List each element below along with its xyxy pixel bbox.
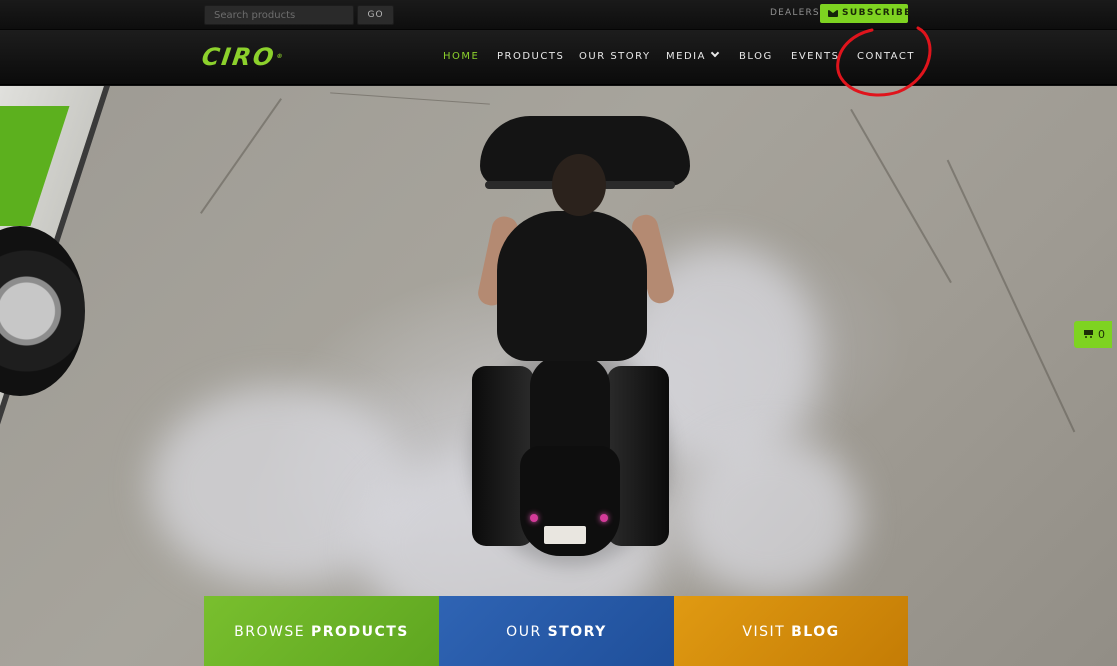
- nav-media[interactable]: MEDIA: [666, 48, 720, 62]
- visit-blog-tile[interactable]: VISIT BLOG: [674, 596, 908, 666]
- cart-count: 0: [1098, 328, 1105, 341]
- tile-lead-text: VISIT: [742, 624, 792, 640]
- subscribe-label: SUBSCRIBE: [842, 8, 912, 18]
- hero-image: [0, 86, 1117, 666]
- rider-head: [552, 154, 606, 216]
- our-story-tile[interactable]: OUR STORY: [439, 596, 674, 666]
- nav-media-label: MEDIA: [666, 51, 706, 62]
- logo-registered-mark: ®: [276, 53, 285, 60]
- cart-icon: [1083, 329, 1095, 339]
- tile-lead-text: OUR: [506, 624, 548, 640]
- tile-lead-text: BROWSE: [234, 624, 312, 640]
- pavement-crack: [850, 108, 952, 284]
- cart-tab[interactable]: 0: [1074, 321, 1112, 348]
- tile-strong-text: PRODUCTS: [311, 624, 409, 640]
- tile-strong-text: BLOG: [791, 624, 840, 640]
- ciro-logo[interactable]: CIRO®: [200, 43, 286, 71]
- tire-smoke: [680, 436, 860, 596]
- rider-back: [497, 211, 647, 361]
- nav-contact[interactable]: CONTACT: [857, 51, 915, 62]
- dealers-link[interactable]: DEALERS: [770, 8, 820, 18]
- nav-home[interactable]: HOME: [443, 51, 479, 62]
- trailer-tire: [0, 226, 85, 396]
- pavement-crack: [330, 92, 490, 105]
- nav-events[interactable]: EVENTS: [791, 51, 839, 62]
- search-go-button[interactable]: GO: [357, 5, 394, 25]
- logo-text: CIRO: [200, 43, 278, 71]
- nav-our-story[interactable]: OUR STORY: [579, 51, 651, 62]
- tile-strong-text: STORY: [547, 624, 607, 640]
- top-utility-bar: GO DEALERS SUBSCRIBE: [0, 0, 1117, 30]
- chevron-down-icon: [710, 48, 720, 58]
- taillight: [530, 514, 538, 522]
- pavement-crack: [200, 98, 282, 214]
- browse-products-tile[interactable]: BROWSE PRODUCTS: [204, 596, 439, 666]
- nav-blog[interactable]: BLOG: [739, 51, 773, 62]
- main-navbar: CIRO® HOME PRODUCTS OUR STORY MEDIA BLOG…: [0, 30, 1117, 85]
- nav-products[interactable]: PRODUCTS: [497, 51, 564, 62]
- taillight: [600, 514, 608, 522]
- envelope-icon: [828, 10, 838, 17]
- subscribe-button[interactable]: SUBSCRIBE: [820, 4, 910, 23]
- search-input[interactable]: [204, 5, 354, 25]
- pavement-crack: [946, 159, 1076, 433]
- license-plate: [544, 526, 586, 544]
